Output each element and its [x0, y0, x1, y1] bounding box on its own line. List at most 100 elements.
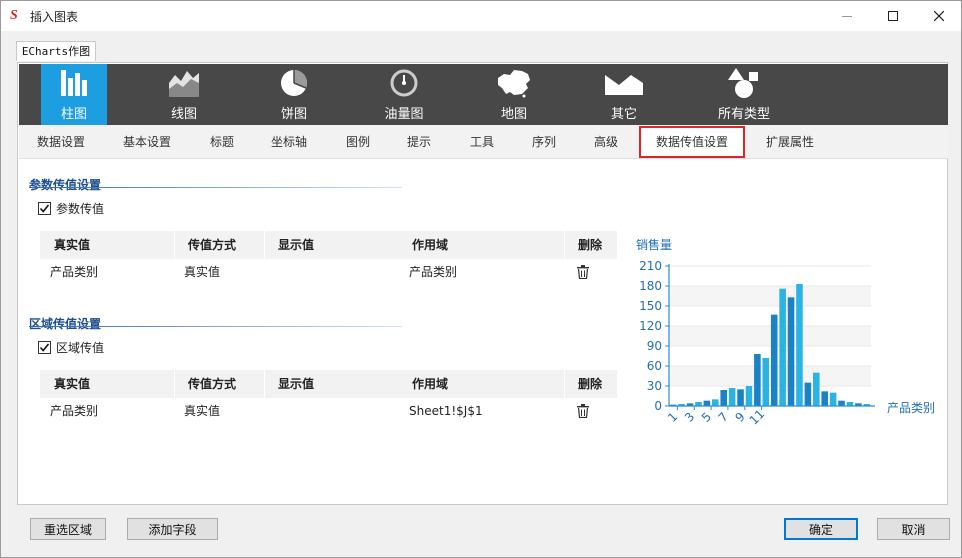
chart-type-label: 其它: [610, 107, 637, 122]
chart-type-label: 所有类型: [717, 107, 770, 122]
param-checkbox-label: 参数传值: [56, 202, 105, 216]
area-checkbox[interactable]: [38, 341, 51, 354]
y-tick-label: 30: [647, 379, 662, 393]
main-panel: 柱图 线图 饼图 油量图 地图 其它 所有类型 数据设置 基本设置 标题 坐标轴…: [17, 62, 948, 505]
ok-button[interactable]: 确定: [784, 518, 858, 540]
checkmark-icon: [39, 343, 50, 352]
col-scope: 作用域: [412, 377, 449, 391]
area-table: 真实值 传值方式 显示值 作用域 删除 产品类别 真实值 Sheet1!$J$1: [40, 370, 617, 424]
table-row[interactable]: 产品类别 真实值 产品类别: [40, 259, 617, 285]
tab-advanced[interactable]: 高级: [594, 125, 618, 159]
chart-type-label: 柱图: [60, 107, 87, 122]
maximize-icon: [888, 11, 898, 21]
bar: [754, 354, 761, 406]
y-tick-label: 180: [639, 279, 662, 293]
chart-type-other[interactable]: 其它: [589, 64, 659, 125]
bar: [728, 388, 736, 406]
param-section-title: 参数传值设置: [29, 178, 102, 192]
chart-type-label: 线图: [170, 107, 197, 122]
chart-type-label: 地图: [500, 107, 527, 122]
tab-tools[interactable]: 工具: [470, 125, 494, 159]
cell-method[interactable]: 真实值: [184, 398, 220, 424]
close-button[interactable]: [916, 1, 962, 31]
settings-tabs: 数据设置 基本设置 标题 坐标轴 图例 提示 工具 序列 高级 数据传值设置 扩…: [19, 125, 948, 159]
param-section-divider: [29, 187, 402, 188]
cell-real: 产品类别: [50, 404, 99, 418]
area-checkbox-row[interactable]: 区域传值: [38, 339, 104, 356]
col-method: 传值方式: [188, 238, 237, 252]
y-tick-label: 150: [639, 299, 662, 313]
bar: [804, 382, 812, 406]
tab-tooltip[interactable]: 提示: [407, 125, 431, 159]
cancel-button[interactable]: 取消: [877, 518, 950, 540]
bar: [787, 297, 795, 406]
chart-type-pie[interactable]: 饼图: [259, 64, 329, 125]
cell-scope[interactable]: Sheet1!$J$1: [409, 398, 483, 424]
window-title: 插入图表: [30, 10, 79, 24]
y-tick-label: 120: [639, 319, 662, 333]
chart-type-map[interactable]: 地图: [479, 64, 549, 125]
minimize-icon: [842, 16, 852, 17]
pie-chart-icon: [279, 68, 309, 98]
x-tick-label: 5: [699, 410, 714, 425]
col-delete: 删除: [578, 238, 603, 252]
bar: [821, 391, 828, 406]
add-field-button[interactable]: 添加字段: [127, 518, 218, 540]
grid-band: [669, 286, 871, 306]
chart-type-bar[interactable]: 柱图: [41, 64, 107, 125]
trash-icon[interactable]: [576, 404, 590, 419]
tab-axis[interactable]: 坐标轴: [271, 125, 307, 159]
col-delete: 删除: [578, 377, 603, 391]
area-checkbox-label: 区域传值: [56, 341, 105, 355]
tab-legend[interactable]: 图例: [346, 125, 370, 159]
cell-scope[interactable]: 产品类别: [409, 259, 457, 285]
table-row[interactable]: 产品类别 真实值 Sheet1!$J$1: [40, 398, 617, 424]
y-tick-label: 90: [647, 339, 662, 353]
echarts-tab[interactable]: ECharts作图: [16, 41, 96, 61]
tab-title[interactable]: 标题: [210, 125, 234, 159]
minimize-button[interactable]: [824, 1, 870, 31]
y-tick-label: 60: [647, 359, 662, 373]
bar: [770, 314, 778, 406]
bar: [779, 288, 786, 406]
chart-type-line[interactable]: 线图: [149, 64, 219, 125]
checkmark-icon: [39, 204, 50, 213]
tab-data-settings[interactable]: 数据设置: [37, 125, 85, 159]
tab-data-passing[interactable]: 数据传值设置: [639, 126, 746, 158]
cell-method[interactable]: 真实值: [184, 259, 220, 285]
bar: [745, 386, 753, 406]
maximize-button[interactable]: [870, 1, 916, 31]
param-checkbox[interactable]: [38, 202, 51, 215]
tab-extended-properties[interactable]: 扩展属性: [766, 125, 814, 159]
grid-band: [669, 366, 871, 386]
bar: [737, 389, 744, 406]
tab-series[interactable]: 序列: [532, 125, 556, 159]
x-tick-label: 11: [747, 407, 768, 428]
y-tick-label: 0: [654, 399, 662, 413]
bar: [720, 390, 727, 406]
line-chart-icon: [169, 68, 199, 98]
cell-real: 产品类别: [50, 265, 99, 279]
reselect-area-button[interactable]: 重选区域: [30, 518, 106, 540]
grid-band: [669, 306, 871, 326]
tab-basic-settings[interactable]: 基本设置: [123, 125, 171, 159]
area-table-header: 真实值 传值方式 显示值 作用域 删除: [40, 370, 617, 398]
param-checkbox-row[interactable]: 参数传值: [38, 200, 104, 217]
chart-type-label: 油量图: [384, 107, 424, 122]
x-tick-label: 7: [716, 410, 731, 425]
trash-icon[interactable]: [576, 265, 590, 280]
grid-band: [669, 346, 871, 366]
close-icon: [934, 11, 944, 21]
bar: [796, 284, 803, 406]
area-section-title: 区域传值设置: [29, 317, 102, 331]
area-section-divider: [29, 326, 402, 327]
bar: [703, 400, 711, 406]
chart-type-gauge[interactable]: 油量图: [369, 64, 439, 125]
other-chart-icon: [605, 68, 643, 98]
x-tick-label: 1: [665, 410, 680, 425]
insert-chart-dialog: S 插入图表 ECharts作图 柱图 线图 饼图 油量图 地图 其它 所有类型…: [0, 0, 962, 558]
app-logo-icon: S: [10, 8, 18, 23]
bar: [762, 358, 770, 406]
chart-ylabel: 销售量: [636, 237, 672, 252]
chart-type-all[interactable]: 所有类型: [699, 64, 789, 125]
